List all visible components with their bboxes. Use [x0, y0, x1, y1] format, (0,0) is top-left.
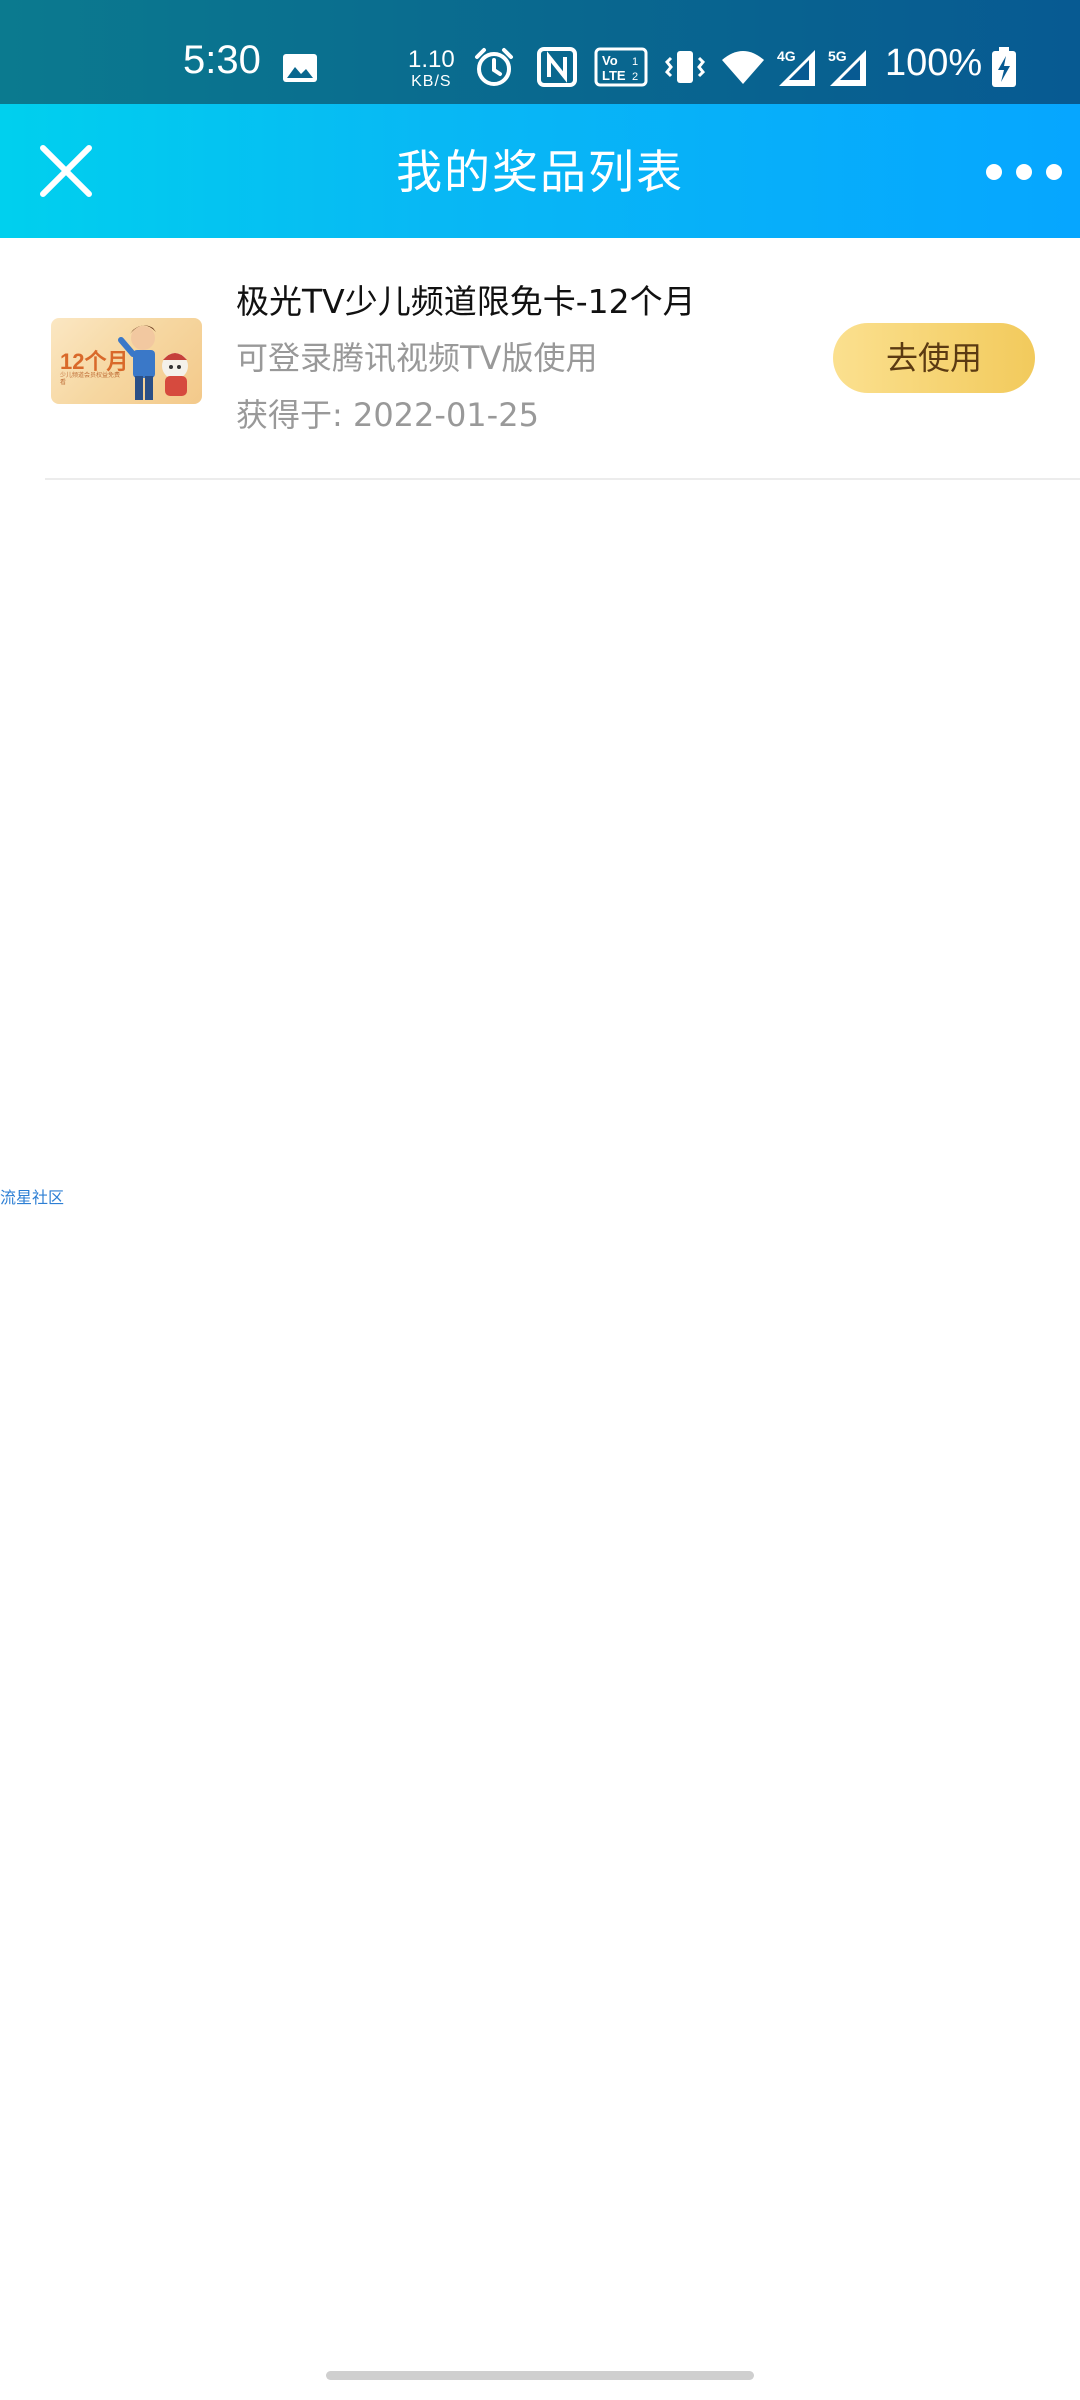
cartoon-character-image: [118, 325, 188, 400]
prize-obtained-date: 获得于: 2022-01-25: [236, 396, 539, 434]
lte-4g-label: 4G: [777, 48, 796, 64]
gallery-icon: [283, 54, 317, 82]
wifi-icon: [722, 51, 764, 84]
svg-text:LTE: LTE: [602, 68, 626, 83]
network-speed-unit: KB/S: [411, 73, 452, 90]
vibrate-icon: [664, 51, 706, 83]
network-speed: 1.10 KB/S: [408, 48, 455, 90]
prize-description: 可登录腾讯视频TV版使用: [236, 339, 598, 377]
prize-list-item[interactable]: 12个月 少儿频道会员权益免费看 极光TV少儿频道限免卡-12个月 可登录腾讯视…: [0, 238, 1080, 478]
alarm-icon: [475, 48, 513, 86]
dot: [986, 164, 1002, 180]
signal-5g-icon: 5G: [828, 48, 866, 86]
battery-charging-icon: [992, 47, 1016, 87]
nfc-icon: [537, 47, 577, 87]
prize-name: 极光TV少儿频道限免卡-12个月: [236, 282, 696, 321]
page-title: 我的奖品列表: [396, 145, 684, 199]
app-header: 我的奖品列表: [0, 104, 1080, 238]
status-bar: 5:30 1.10 KB/S Vo LTE 1 2 4G 5G 100%: [0, 0, 1080, 104]
use-prize-button[interactable]: 去使用: [833, 323, 1035, 393]
watermark-text: 流星社区: [0, 1188, 65, 1207]
more-dots-icon[interactable]: [986, 148, 1062, 196]
status-time: 5:30: [183, 38, 261, 82]
svg-text:1: 1: [632, 56, 638, 68]
battery-percent: 100%: [885, 42, 983, 84]
thumb-subtitle: 少儿频道会员权益免费看: [60, 372, 121, 386]
divider: [45, 478, 1080, 480]
volte-icon: Vo LTE 1 2: [594, 47, 648, 87]
svg-text:2: 2: [632, 71, 638, 83]
lte-5g-label: 5G: [828, 48, 847, 64]
signal-4g-icon: 4G: [777, 48, 815, 86]
prize-thumbnail: 12个月 少儿频道会员权益免费看: [51, 318, 202, 404]
dot: [1016, 164, 1032, 180]
home-indicator[interactable]: [326, 2371, 754, 2380]
network-speed-value: 1.10: [408, 46, 455, 73]
dot: [1046, 164, 1062, 180]
svg-text:Vo: Vo: [602, 53, 618, 68]
